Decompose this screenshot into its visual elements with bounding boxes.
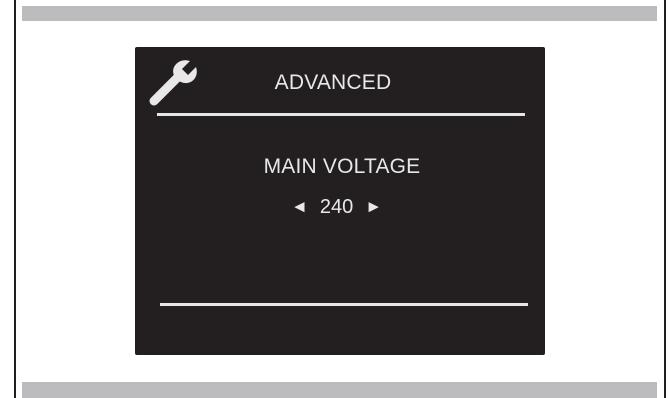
top-separator-bar [22, 6, 657, 21]
device-screen: ADVANCED MAIN VOLTAGE ◄ 240 ► [135, 47, 545, 355]
frame-right-border [664, 0, 666, 398]
bottom-separator-bar [22, 382, 657, 398]
bottom-divider [160, 303, 528, 306]
title-divider [157, 113, 525, 116]
value-selector: ◄ 240 ► [291, 194, 382, 220]
left-arrow-icon[interactable]: ◄ [291, 194, 308, 220]
voltage-value: 240 [319, 196, 354, 218]
frame-left-border [14, 0, 16, 398]
right-arrow-icon[interactable]: ► [365, 194, 382, 220]
setting-label: MAIN VOLTAGE [263, 155, 421, 178]
screen-title: ADVANCED [274, 71, 392, 94]
